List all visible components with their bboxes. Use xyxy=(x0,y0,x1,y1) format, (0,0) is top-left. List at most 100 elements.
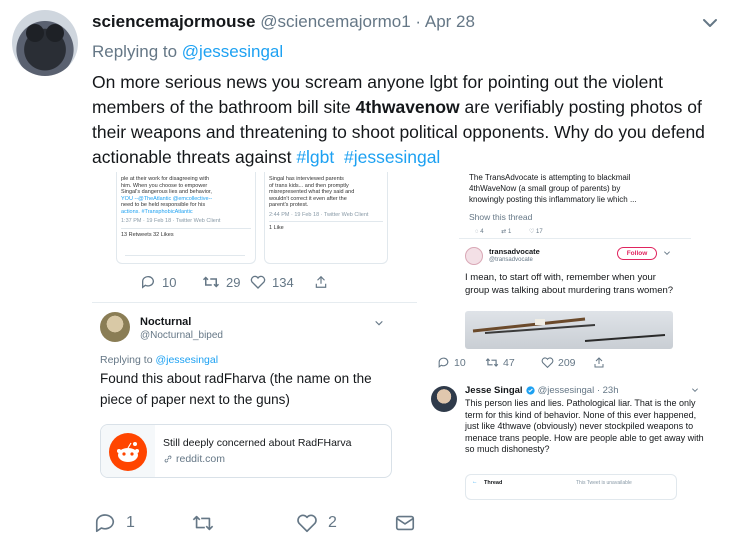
embedded-action-bar xyxy=(125,255,245,259)
verified-badge-icon xyxy=(525,386,535,395)
show-thread-link: Show this thread xyxy=(469,212,533,222)
retweet-icon xyxy=(202,276,220,288)
tweet-text-bold: 4thwavenow xyxy=(355,97,460,117)
heart-icon xyxy=(297,514,317,533)
embedded-text-1: ple at their work for disagreeing with h… xyxy=(121,176,251,215)
link-card: Still deeply concerned about RadFHarva r… xyxy=(100,424,392,478)
embedded-line: actions. #TransphobicAtlantic xyxy=(121,208,193,215)
retweet-count: 47 xyxy=(503,356,515,369)
embedded-stats-1: 13 Retweets 32 Likes xyxy=(121,227,251,239)
replying-to: Replying to @jessesingal xyxy=(92,42,283,62)
nested-tweet-text: Found this about radFharva (the name on … xyxy=(100,371,372,407)
right-like-action: 209 xyxy=(541,356,576,369)
replying-to-link[interactable]: @jessesingal xyxy=(182,42,283,61)
reply-count: 1 xyxy=(126,514,135,531)
retweet-action[interactable] xyxy=(192,512,224,534)
direct-message-action[interactable] xyxy=(394,512,416,534)
nested-replying-link: @jessesingal xyxy=(155,354,219,366)
separator: · xyxy=(410,12,425,31)
like-count: 209 xyxy=(558,356,576,369)
reply-icon xyxy=(438,357,449,368)
jesse-handle: @jessesingal · 23h xyxy=(537,385,619,396)
right-top-line: 4thWaveNow (a small group of parents) by xyxy=(469,184,621,193)
mini-like-count: 17 xyxy=(536,229,543,235)
tweet-date[interactable]: Apr 28 xyxy=(425,12,475,31)
heart-icon xyxy=(541,357,554,369)
embedded-tweet-2: Singal has interviewed parents of trans … xyxy=(264,172,388,264)
share-icon xyxy=(594,357,604,368)
nested-handle: @Nocturnal_biped xyxy=(140,330,223,341)
retweet-count: 29 xyxy=(226,274,241,290)
thread-label: Thread xyxy=(484,480,503,486)
reply-action[interactable]: 1 xyxy=(94,512,135,534)
reply-icon xyxy=(95,514,115,533)
mini-like-icon: ♡ xyxy=(528,229,537,235)
envelope-icon xyxy=(395,515,415,531)
chevron-down-icon xyxy=(692,388,698,392)
jesse-header: Jesse Singal @jessesingal · 23h xyxy=(465,385,619,396)
quoted-avatar xyxy=(465,247,483,265)
link-card-domain-row: reddit.com xyxy=(163,453,225,465)
heart-icon xyxy=(250,275,266,289)
replying-prefix: Replying to xyxy=(92,42,182,61)
like-count: 2 xyxy=(328,514,337,531)
reply-icon xyxy=(141,276,154,289)
hashtag-jessesingal[interactable]: #jessesingal xyxy=(344,147,440,167)
embedded-meta-1: 1:37 PM · 19 Feb 18 · Twitter Web Client xyxy=(121,218,221,224)
right-top-text: The TransAdvocate is attempting to black… xyxy=(469,172,689,205)
jesse-name: Jesse Singal xyxy=(465,385,523,396)
avatar[interactable] xyxy=(12,10,78,76)
like-action[interactable]: 2 xyxy=(296,512,337,534)
share-icon xyxy=(315,275,327,288)
media-attachments[interactable]: ple at their work for disagreeing with h… xyxy=(92,172,729,502)
mini-retweet-count: 1 xyxy=(507,229,512,235)
retweet-icon xyxy=(192,515,214,531)
reply-count: 10 xyxy=(454,356,466,369)
divider xyxy=(92,302,417,303)
quoted-handle: @transadvocate xyxy=(489,257,533,263)
rifle-image xyxy=(472,317,666,342)
tweet-header: sciencemajormouse @sciencemajormo1 · Apr… xyxy=(92,12,475,32)
embedded-like-action: 134 xyxy=(250,274,294,290)
link-card-domain: reddit.com xyxy=(176,453,226,465)
mini-retweet-icon: ⇄ xyxy=(501,229,508,235)
chevron-down-icon xyxy=(664,251,670,255)
retweet-icon xyxy=(485,358,499,367)
embedded-retweet-action: 29 xyxy=(202,274,240,290)
link-card-title: Still deeply concerned about RadFHarva xyxy=(163,437,352,449)
quoted-name: transadvocate xyxy=(489,247,540,256)
chevron-down-icon[interactable] xyxy=(701,14,719,32)
user-handle[interactable]: @sciencemajormo1 xyxy=(260,12,410,31)
nested-replying: Replying to @jessesingal xyxy=(100,354,218,366)
right-retweet-action: 47 xyxy=(485,356,515,369)
link-icon xyxy=(164,455,172,463)
hashtag-lgbt[interactable]: #lgbt xyxy=(296,147,334,167)
chevron-down-icon xyxy=(375,320,383,326)
quoted-tweet: transadvocate @transadvocate Follow I me… xyxy=(459,238,691,354)
thread-back-arrow: ← xyxy=(472,479,478,485)
right-top-line: The TransAdvocate is attempting to black… xyxy=(469,173,631,182)
embedded-tweet-1: ple at their work for disagreeing with h… xyxy=(116,172,256,264)
embedded-thread-card: ← Thread This Tweet is unavailable xyxy=(465,474,677,500)
tweet-actions: 1 2 xyxy=(92,512,432,536)
embedded-text-2: Singal has interviewed parents of trans … xyxy=(269,176,383,209)
jesse-avatar xyxy=(431,386,457,412)
embedded-stats-2: 1 Like xyxy=(269,221,383,232)
right-screenshot[interactable]: The TransAdvocate is attempting to black… xyxy=(421,172,729,502)
mini-action-bar: ◌ 4 ⇄ 1 ♡ 17 xyxy=(475,228,543,235)
link-card-thumb xyxy=(101,425,155,477)
avatar-ear xyxy=(46,24,64,42)
unavailable-text: This Tweet is unavailable xyxy=(576,480,632,486)
quoted-text: I mean, to start off with, remember when… xyxy=(465,272,674,296)
follow-button: Follow xyxy=(617,247,657,260)
like-count: 134 xyxy=(272,274,294,290)
embedded-line: parent's protest. xyxy=(269,202,309,208)
reddit-icon xyxy=(109,433,147,471)
right-top-line: knowingly posting this inflammatory lie … xyxy=(469,195,637,204)
tweet-text: On more serious news you scream anyone l… xyxy=(92,70,722,170)
left-screenshot[interactable]: ple at their work for disagreeing with h… xyxy=(92,172,417,502)
embedded-meta-2: 2:44 PM · 19 Feb 18 · Twitter Web Client xyxy=(269,211,369,218)
display-name[interactable]: sciencemajormouse xyxy=(92,12,255,31)
avatar-ear xyxy=(26,24,44,42)
right-reply-action: 10 xyxy=(437,356,466,369)
